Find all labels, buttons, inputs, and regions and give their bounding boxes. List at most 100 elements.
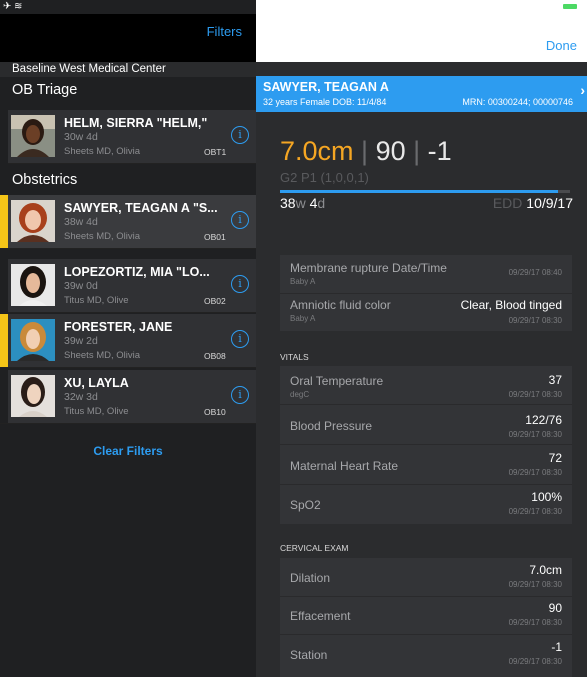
status-accent <box>0 259 8 312</box>
cervical-row-dilation[interactable]: Dilation 7.0cm 09/29/17 08:30 <box>280 558 572 597</box>
cervical-card: Dilation 7.0cm 09/29/17 08:30 Effacement… <box>280 558 572 677</box>
section-header-obstetrics: Obstetrics <box>0 167 256 193</box>
battery-icon <box>563 4 577 9</box>
patient-name: SAWYER, TEAGAN A "S... <box>64 201 218 215</box>
banner-mrn: MRN: 00300244; 00000746 <box>462 97 573 107</box>
row-time: 09/29/17 08:30 <box>508 657 562 666</box>
info-icon[interactable]: i <box>231 275 249 293</box>
info-icon[interactable]: i <box>231 386 249 404</box>
vital-row-spo2[interactable]: SpO2 100% 09/29/17 08:30 <box>280 484 572 524</box>
vital-row-heart-rate[interactable]: Maternal Heart Rate 72 09/29/17 08:30 <box>280 444 572 485</box>
gestational-age: 38w 4d <box>64 216 98 228</box>
edd-display: EDD 10/9/17 <box>493 195 573 211</box>
status-accent <box>0 195 8 248</box>
attending-doctor: Titus MD, Olive <box>64 406 129 417</box>
info-icon[interactable]: i <box>231 211 249 229</box>
patient-row-forester[interactable]: FORESTER, JANE 39w 2d Sheets MD, Olivia … <box>0 314 256 368</box>
patient-name: XU, LAYLA <box>64 376 129 390</box>
cervical-dilation: 7.0cm <box>280 136 354 166</box>
row-label: SpO2 <box>290 498 321 512</box>
membrane-card: Membrane rupture Date/Time Baby A 09/29/… <box>280 255 572 331</box>
vitals-card: Oral Temperature degC 37 09/29/17 08:30 … <box>280 366 572 524</box>
row-time: 09/29/17 08:30 <box>508 618 562 627</box>
separator: | <box>361 136 369 166</box>
section-header-ob-triage: OB Triage <box>0 77 256 103</box>
row-time: 09/29/17 08:40 <box>508 268 562 277</box>
cervical-row-effacement[interactable]: Effacement 90 09/29/17 08:30 <box>280 596 572 635</box>
gestational-age: 32w 3d <box>64 391 98 403</box>
row-time: 09/29/17 08:30 <box>508 468 562 477</box>
row-value: Clear, Blood tinged <box>460 298 562 312</box>
wifi-icon: ≋ <box>14 1 23 12</box>
attending-doctor: Sheets MD, Olivia <box>64 146 141 157</box>
amniotic-fluid-row[interactable]: Amniotic fluid color Baby A Clear, Blood… <box>280 293 572 331</box>
cervical-row-station[interactable]: Station -1 09/29/17 08:30 <box>280 634 572 674</box>
row-value: -1 <box>551 640 562 654</box>
cervical-station: -1 <box>427 136 452 166</box>
ga-weeks-unit: w <box>295 195 306 211</box>
done-button[interactable]: Done <box>546 38 577 53</box>
chevron-right-icon: › <box>580 82 585 98</box>
row-label: Blood Pressure <box>290 419 373 433</box>
banner-demographics: 32 years Female DOB: 11/4/84 <box>263 97 387 107</box>
patient-row-sawyer[interactable]: SAWYER, TEAGAN A "S... 38w 4d Sheets MD,… <box>0 195 256 249</box>
row-sub: degC <box>290 390 310 399</box>
attending-doctor: Titus MD, Olive <box>64 295 129 306</box>
row-time: 09/29/17 08:30 <box>508 580 562 589</box>
attending-doctor: Sheets MD, Olivia <box>64 350 141 361</box>
patient-banner[interactable]: SAWYER, TEAGAN A 32 years Female DOB: 11… <box>256 76 587 112</box>
cervical-exam-header: CERVICAL EXAM <box>280 543 349 553</box>
gestational-age: 30w 4d <box>64 131 98 143</box>
row-label: Maternal Heart Rate <box>290 459 399 473</box>
row-time: 09/29/17 08:30 <box>508 316 562 325</box>
avatar <box>11 375 55 417</box>
status-accent <box>0 314 8 367</box>
app: ✈ ≋ Filters Baseline West Medical Center… <box>0 0 587 677</box>
airplane-icon: ✈ <box>3 1 12 12</box>
gestational-age: 39w 2d <box>64 335 98 347</box>
row-time: 09/29/17 08:30 <box>508 507 562 516</box>
patient-row-helm[interactable]: HELM, SIERRA "HELM," 30w 4d Sheets MD, O… <box>8 110 256 164</box>
right-nav-bar: Done <box>256 0 587 62</box>
row-value: 90 <box>548 601 562 615</box>
row-value: 37 <box>548 373 562 387</box>
cervical-effacement: 90 <box>375 136 406 166</box>
row-time: 09/29/17 08:30 <box>508 390 562 399</box>
separator: | <box>413 136 421 166</box>
clear-filters-button[interactable]: Clear Filters <box>0 444 256 458</box>
patient-row-lopezortiz[interactable]: LOPEZORTIZ, MIA "LO... 39w 0d Titus MD, … <box>0 259 256 313</box>
patient-name: HELM, SIERRA "HELM," <box>64 116 208 130</box>
row-label: Station <box>290 648 328 662</box>
facility-name: Baseline West Medical Center <box>0 62 256 77</box>
row-sub: Baby A <box>290 314 316 323</box>
bed-code: OB08 <box>204 351 226 361</box>
gestational-age-display: 38w 4d <box>280 195 325 211</box>
avatar <box>11 264 55 306</box>
edd-value: 10/9/17 <box>526 195 573 211</box>
vital-row-blood-pressure[interactable]: Blood Pressure 122/76 09/29/17 08:30 <box>280 404 572 445</box>
edd-label: EDD <box>492 195 523 211</box>
patient-row-xu[interactable]: XU, LAYLA 32w 3d Titus MD, Olive OB10 i <box>0 370 256 424</box>
patient-name: FORESTER, JANE <box>64 320 173 334</box>
bed-code: OB10 <box>204 407 226 417</box>
pregnancy-progress-bar <box>280 190 570 193</box>
ga-weeks: 38 <box>280 195 296 211</box>
avatar <box>11 319 55 361</box>
row-label: Effacement <box>290 609 351 623</box>
vital-row-temperature[interactable]: Oral Temperature degC 37 09/29/17 08:30 <box>280 366 572 405</box>
row-value: 72 <box>548 451 562 465</box>
row-label: Oral Temperature <box>290 374 384 388</box>
status-accent <box>0 370 8 423</box>
info-icon[interactable]: i <box>231 126 249 144</box>
row-value: 122/76 <box>525 413 562 427</box>
gestational-age: 39w 0d <box>64 280 98 292</box>
info-icon[interactable]: i <box>231 330 249 348</box>
patient-list-pane: ✈ ≋ Filters Baseline West Medical Center… <box>0 0 256 677</box>
filters-button[interactable]: Filters <box>207 24 242 39</box>
row-label: Dilation <box>290 571 331 585</box>
row-label: Membrane rupture Date/Time <box>290 261 447 275</box>
row-label: Amniotic fluid color <box>290 298 391 312</box>
banner-patient-name: SAWYER, TEAGAN A <box>263 80 389 94</box>
patient-name: LOPEZORTIZ, MIA "LO... <box>64 265 210 279</box>
membrane-rupture-row[interactable]: Membrane rupture Date/Time Baby A 09/29/… <box>280 255 572 294</box>
